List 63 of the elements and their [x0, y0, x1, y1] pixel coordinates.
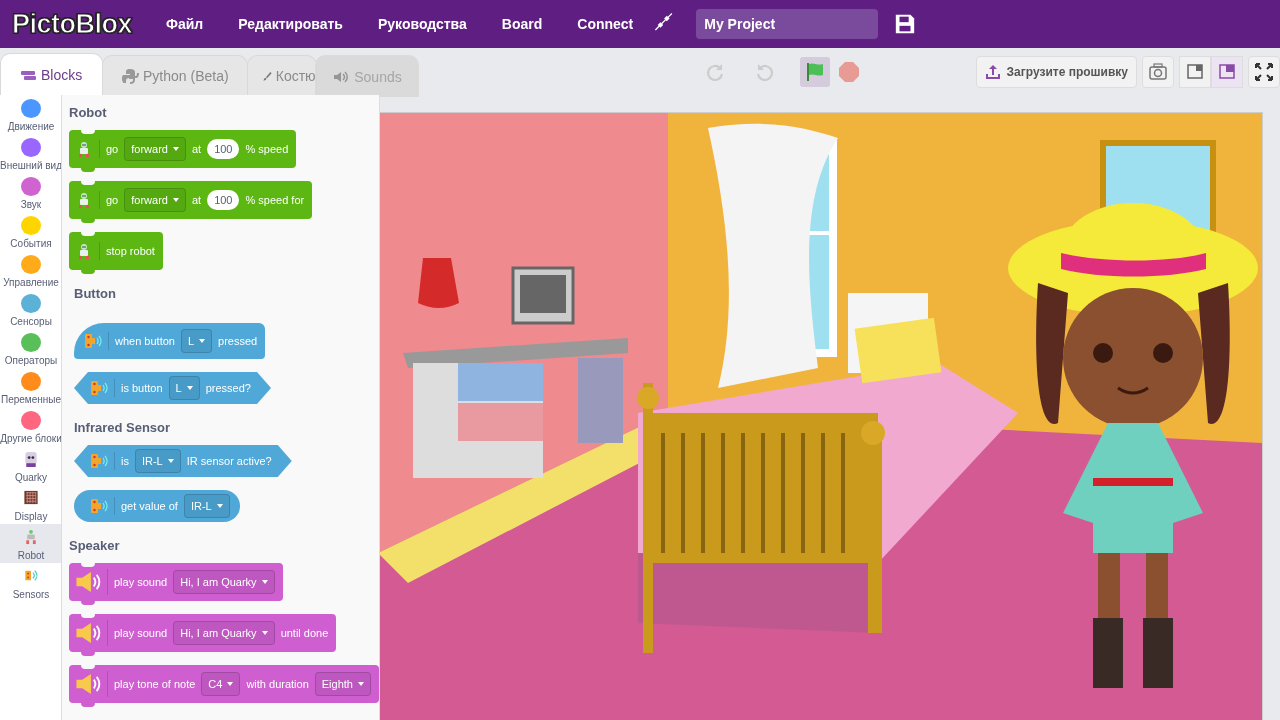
section-heading: Robot — [69, 105, 108, 120]
app-logo: PictoBlox — [12, 8, 133, 40]
stop-icon — [838, 60, 860, 83]
fullscreen-icon — [1254, 61, 1274, 82]
small-stage-icon — [1185, 61, 1205, 82]
block-label: go — [106, 194, 119, 206]
python-icon — [121, 66, 139, 85]
menu-item[interactable]: Редактировать — [234, 10, 347, 38]
upload-firmware-button[interactable]: Загрузите прошивку — [975, 55, 1137, 88]
block-label: is — [121, 455, 129, 467]
menu-item[interactable]: Connect — [573, 10, 638, 38]
menu-item[interactable]: Файл — [162, 10, 208, 38]
block-label: % speed — [245, 143, 289, 155]
block-label: pressed? — [205, 382, 251, 394]
block-label: when button — [115, 335, 175, 347]
flag-icon — [804, 60, 826, 83]
small-stage-button[interactable] — [1179, 55, 1211, 88]
block-label: go — [106, 143, 119, 155]
upload-icon — [984, 63, 1001, 80]
block-dropdown[interactable]: Hi, I am Quarky — [173, 621, 275, 645]
block-label: play tone of note — [114, 678, 196, 690]
block-label: at — [191, 143, 202, 155]
undo-icon — [755, 61, 775, 82]
block-label: with duration — [246, 678, 309, 690]
flag-button[interactable] — [800, 56, 830, 87]
screenshot-button[interactable] — [1142, 55, 1174, 88]
sensor-icon — [90, 497, 108, 515]
speaker-icon — [75, 569, 101, 595]
category-item[interactable]: Robot — [0, 524, 61, 563]
menu-item[interactable]: Руководства — [374, 10, 471, 38]
block-dropdown[interactable]: C4 — [201, 672, 241, 696]
number-input[interactable]: 100 — [207, 190, 240, 210]
large-stage-button[interactable] — [1211, 55, 1243, 88]
section-heading: Speaker — [69, 538, 121, 553]
section-heading: Infrared Sensor — [74, 420, 172, 435]
block-label: get value of — [121, 500, 178, 512]
block-label: pressed — [218, 335, 258, 347]
block-label: % speed for — [245, 194, 305, 206]
large-stage-icon — [1217, 61, 1237, 82]
number-input[interactable]: 100 — [207, 139, 240, 159]
project-name-field[interactable]: My Project — [696, 9, 879, 39]
menu-item[interactable]: Board — [497, 10, 547, 38]
block-label: is button — [121, 382, 163, 394]
block-label: at — [191, 194, 202, 206]
speaker-icon — [75, 620, 101, 646]
sensor-icon — [90, 452, 108, 470]
block-dropdown[interactable]: Hi, I am Quarky — [173, 570, 275, 594]
cat-face-icon — [22, 450, 40, 467]
led-grid-icon — [22, 489, 40, 506]
block-label: stop robot — [106, 245, 155, 257]
save-icon[interactable] — [894, 13, 917, 35]
camera-icon — [1148, 61, 1168, 82]
sensor-icon — [84, 332, 102, 350]
block-label: IR sensor active? — [186, 455, 272, 467]
speaker-icon — [75, 671, 101, 697]
block-dropdown[interactable]: Eighth — [314, 672, 371, 696]
block-label: until done — [280, 627, 329, 639]
tab[interactable]: Blocks — [0, 53, 103, 95]
fullscreen-button[interactable] — [1248, 55, 1280, 88]
sensor-icon — [90, 379, 108, 397]
block-label: play sound — [114, 576, 168, 588]
block-label: play sound — [114, 627, 168, 639]
section-heading: Button — [74, 286, 117, 301]
